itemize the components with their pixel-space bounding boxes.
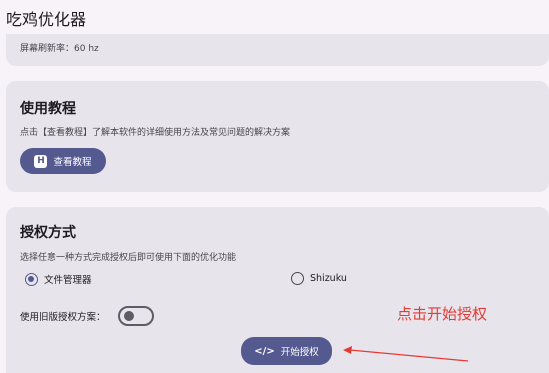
annotation-arrow [343,346,469,362]
